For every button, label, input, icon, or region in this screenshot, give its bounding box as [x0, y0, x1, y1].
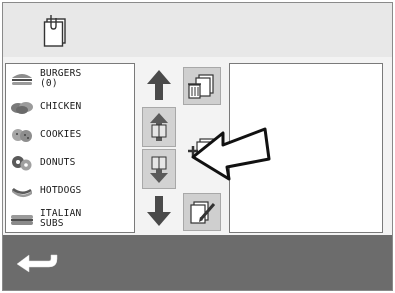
category-label: BURGERS (0) — [40, 68, 82, 89]
move-down-button[interactable] — [142, 191, 176, 231]
move-up-button[interactable] — [142, 65, 176, 105]
clipboard-icon[interactable] — [43, 13, 69, 47]
back-arrow-icon[interactable] — [15, 249, 59, 275]
category-label: COOKIES — [40, 129, 82, 140]
chicken-thumbnail-icon — [11, 102, 33, 114]
list-item-hotdogs[interactable]: HOTDOGS — [6, 177, 134, 205]
cookies-thumbnail-icon — [12, 129, 32, 142]
edit-note-icon — [190, 201, 216, 224]
list-item-donuts[interactable]: DONUTS — [6, 149, 134, 177]
delete-button[interactable] — [183, 67, 221, 105]
italian-sub-thumbnail-icon — [11, 215, 33, 225]
category-label: DONUTS — [40, 157, 76, 168]
category-label: CHICKEN — [40, 101, 82, 112]
move-item-down-icon — [150, 156, 168, 183]
app-window: BURGERS (0) CHICKEN COOKIES DONUTS HOTDO… — [2, 2, 393, 291]
category-label: HOTDOGS — [40, 185, 82, 196]
arrow-up-icon — [147, 70, 171, 100]
hotdog-thumbnail-icon — [12, 187, 32, 198]
list-item-chicken[interactable]: CHICKEN — [6, 93, 134, 121]
move-item-up-button[interactable] — [142, 107, 176, 147]
category-list[interactable]: BURGERS (0) CHICKEN COOKIES DONUTS HOTDO… — [5, 63, 135, 233]
list-item-cookies[interactable]: COOKIES — [6, 121, 134, 149]
header-bar — [3, 3, 392, 57]
main-area: BURGERS (0) CHICKEN COOKIES DONUTS HOTDO… — [3, 57, 392, 235]
burger-thumbnail-icon — [12, 74, 32, 85]
donuts-thumbnail-icon — [12, 156, 32, 171]
arrow-down-icon — [147, 196, 171, 226]
move-item-down-button[interactable] — [142, 149, 176, 189]
category-label: ITALIAN SUBS — [40, 208, 82, 229]
move-item-up-icon — [150, 113, 168, 141]
edit-button[interactable] — [183, 193, 221, 231]
trash-note-icon — [188, 74, 214, 99]
list-item-burgers[interactable]: BURGERS (0) — [6, 65, 134, 93]
list-item-italian-subs[interactable]: ITALIAN SUBS — [6, 205, 134, 233]
footer-bar — [3, 235, 392, 290]
pointer-arrow-icon — [191, 127, 271, 181]
